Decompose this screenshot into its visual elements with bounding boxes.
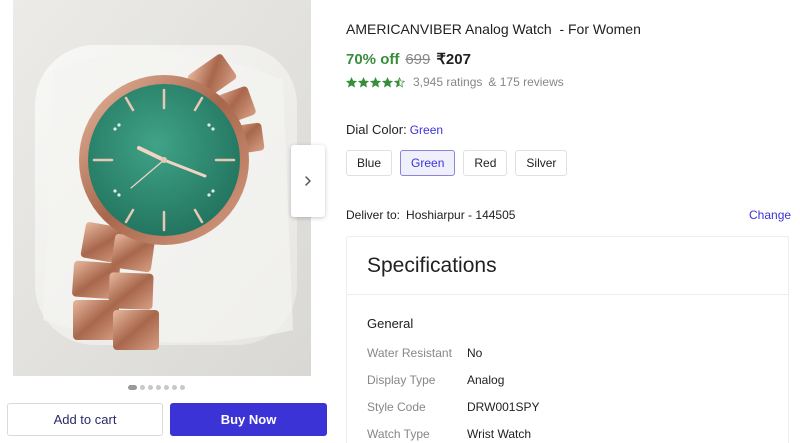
spec-value: DRW001SPY xyxy=(467,399,540,414)
next-image-button[interactable] xyxy=(291,145,325,217)
spec-row: Watch Type Wrist Watch xyxy=(367,420,788,443)
price-row: 70% off 699 ₹207 xyxy=(346,50,471,68)
delivery-location: Hoshiarpur - 144505 xyxy=(406,208,516,222)
dial-color-options: Blue Green Red Silver xyxy=(346,150,568,176)
pagination-dot[interactable] xyxy=(172,385,177,390)
reviews-count[interactable]: & 175 reviews xyxy=(488,75,563,89)
change-location-link[interactable]: Change xyxy=(749,208,791,222)
add-to-cart-button[interactable]: Add to cart xyxy=(7,403,163,436)
spec-table: Water Resistant No Display Type Analog Style… xyxy=(347,331,788,443)
product-title: AMERICANVIBER Analog Watch - For Women xyxy=(346,21,641,37)
spec-section-title: General xyxy=(367,316,414,331)
pagination-dot[interactable] xyxy=(180,385,185,390)
specifications-card: Specifications General Water Resistant No… xyxy=(346,236,789,443)
rating-row[interactable]: 3,945 ratings & 175 reviews xyxy=(346,75,564,89)
star-icon xyxy=(394,76,405,88)
dial-color-option[interactable]: Silver xyxy=(515,150,568,176)
discount-badge: 70% off xyxy=(346,51,400,68)
spec-value: Analog xyxy=(467,372,505,387)
spec-row: Water Resistant No xyxy=(367,339,788,366)
specifications-heading: Specifications xyxy=(347,237,788,295)
sale-price: ₹207 xyxy=(436,51,471,68)
delivery-row: Deliver to: Hoshiarpur - 144505 xyxy=(346,208,515,222)
pagination-dot[interactable] xyxy=(148,385,153,390)
dial-color-value: Green xyxy=(409,123,444,137)
star-icon xyxy=(358,76,369,88)
star-icon xyxy=(370,76,381,88)
product-image[interactable] xyxy=(13,0,311,376)
star-icon xyxy=(346,76,357,88)
buy-now-button[interactable]: Buy Now xyxy=(170,403,327,436)
spec-key: Watch Type xyxy=(367,426,430,441)
deliver-to-label: Deliver to: xyxy=(346,208,401,222)
pagination-dot[interactable] xyxy=(156,385,161,390)
dial-color-option[interactable]: Blue xyxy=(346,150,393,176)
star-icon xyxy=(382,76,393,88)
spec-key: Display Type xyxy=(367,372,436,387)
dial-color-title: Dial Color: xyxy=(346,122,407,137)
spec-value: No xyxy=(467,345,483,360)
spec-row: Style Code DRW001SPY xyxy=(367,393,788,420)
spec-value: Wrist Watch xyxy=(467,426,532,441)
image-pagination[interactable] xyxy=(128,385,185,390)
spec-key: Style Code xyxy=(367,399,426,414)
original-price: 699 xyxy=(405,51,431,68)
spec-key: Water Resistant xyxy=(367,345,452,360)
chevron-right-icon xyxy=(305,176,311,186)
pagination-dot[interactable] xyxy=(164,385,169,390)
dial-color-label: Dial Color: Green xyxy=(346,122,443,137)
spec-row: Display Type Analog xyxy=(367,366,788,393)
ratings-count[interactable]: 3,945 ratings xyxy=(413,75,482,89)
product-gallery: Add to cart Buy Now xyxy=(0,0,334,443)
dial-color-option[interactable]: Red xyxy=(463,150,508,176)
pagination-dot[interactable] xyxy=(140,385,145,390)
dial-color-option[interactable]: Green xyxy=(400,150,456,176)
pagination-dot[interactable] xyxy=(128,385,137,390)
star-rating xyxy=(346,76,405,88)
